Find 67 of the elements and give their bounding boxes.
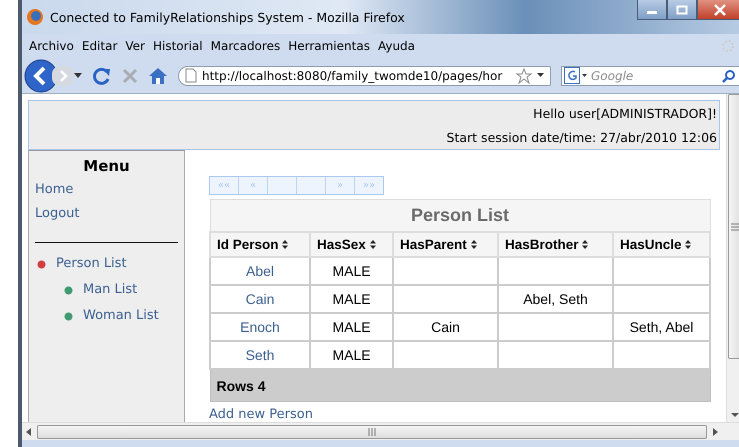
throbber-icon bbox=[721, 39, 735, 53]
window-title: Conected to FamilyRelationships System - Mozilla Firefox bbox=[50, 10, 406, 24]
maximize-button[interactable] bbox=[667, 0, 697, 20]
sort-icon[interactable] bbox=[282, 240, 288, 249]
engine-icon[interactable] bbox=[564, 66, 588, 84]
person-link[interactable]: Cain bbox=[210, 285, 310, 313]
person-link[interactable]: Enoch bbox=[210, 313, 310, 341]
menu-title: Menu bbox=[82, 157, 131, 175]
vertical-scrollbar[interactable] bbox=[726, 94, 739, 422]
column-header[interactable]: HasUncle bbox=[613, 232, 710, 257]
menu-link[interactable]: Logout bbox=[35, 202, 80, 226]
scroll-right-icon[interactable] bbox=[713, 428, 718, 436]
globe-icon bbox=[26, 8, 44, 26]
column-header[interactable]: HasParent bbox=[393, 232, 498, 257]
bullet-icon bbox=[64, 312, 73, 320]
minimize-icon bbox=[647, 11, 657, 14]
dropdown-icon[interactable] bbox=[74, 72, 82, 78]
sort-icon[interactable] bbox=[582, 240, 588, 249]
sort-icon[interactable] bbox=[470, 240, 477, 249]
home-icon[interactable] bbox=[148, 66, 168, 84]
column-header[interactable]: HasBrother bbox=[498, 232, 613, 257]
add-link[interactable]: Add new Person bbox=[209, 407, 313, 422]
close-icon bbox=[713, 4, 727, 16]
bullet-icon bbox=[37, 260, 46, 268]
grip-icon bbox=[368, 428, 376, 436]
tree-link[interactable]: Person List bbox=[56, 251, 127, 277]
menu-item[interactable]: Ayuda bbox=[374, 39, 420, 53]
scroll-down-icon[interactable] bbox=[731, 413, 739, 418]
person-link[interactable]: Abel bbox=[210, 257, 310, 285]
menu-item[interactable]: Editar bbox=[78, 39, 122, 53]
grip-icon bbox=[730, 222, 739, 230]
star-icon[interactable] bbox=[516, 68, 532, 84]
tree-link[interactable]: Woman List bbox=[83, 303, 159, 329]
close-button[interactable] bbox=[697, 0, 739, 20]
forward-button[interactable] bbox=[52, 64, 74, 88]
page-icon bbox=[185, 68, 197, 83]
table-cell: MALE bbox=[310, 285, 393, 313]
table-cell: Abel, Seth bbox=[498, 285, 613, 313]
menu-link[interactable]: Home bbox=[35, 178, 74, 202]
minimize-button[interactable] bbox=[637, 0, 667, 20]
search-bar[interactable]: Google bbox=[561, 66, 739, 86]
greeting-text: Hello user[ADMINISTRADOR]! bbox=[533, 106, 717, 120]
maximize-icon bbox=[676, 4, 688, 14]
horizontal-scrollbar[interactable] bbox=[22, 422, 739, 440]
sort-icon[interactable] bbox=[685, 240, 692, 249]
menu-item[interactable]: Ver bbox=[122, 39, 150, 53]
table-cell: Seth, Abel bbox=[613, 313, 710, 341]
column-header[interactable]: HasSex bbox=[310, 232, 393, 257]
menu-item[interactable]: Marcadores bbox=[208, 39, 286, 53]
scroll-left-icon[interactable] bbox=[26, 428, 31, 436]
menu-item[interactable]: Archivo bbox=[26, 39, 79, 53]
table-footer: Rows 4 bbox=[210, 369, 710, 402]
table-title: Person List bbox=[210, 200, 710, 232]
tree-link[interactable]: Man List bbox=[83, 277, 138, 303]
menu-item[interactable]: Historial bbox=[150, 39, 208, 53]
sort-icon[interactable] bbox=[370, 240, 376, 249]
dropdown-icon[interactable] bbox=[537, 73, 544, 78]
table-cell: Cain bbox=[393, 313, 498, 341]
search-icon[interactable] bbox=[722, 68, 736, 82]
table-cell: MALE bbox=[310, 313, 393, 341]
table-cell: MALE bbox=[310, 257, 393, 285]
column-header[interactable]: Id Person bbox=[210, 232, 310, 257]
bullet-icon bbox=[64, 286, 73, 294]
reload-icon[interactable] bbox=[92, 66, 112, 86]
menu-item[interactable]: Herramientas bbox=[285, 39, 375, 53]
session-text: Start session date/time: 27/abr/2010 12:06 bbox=[446, 130, 717, 144]
address-field[interactable]: http://localhost:8080/family_twomde10/pages/hor bbox=[178, 66, 551, 86]
